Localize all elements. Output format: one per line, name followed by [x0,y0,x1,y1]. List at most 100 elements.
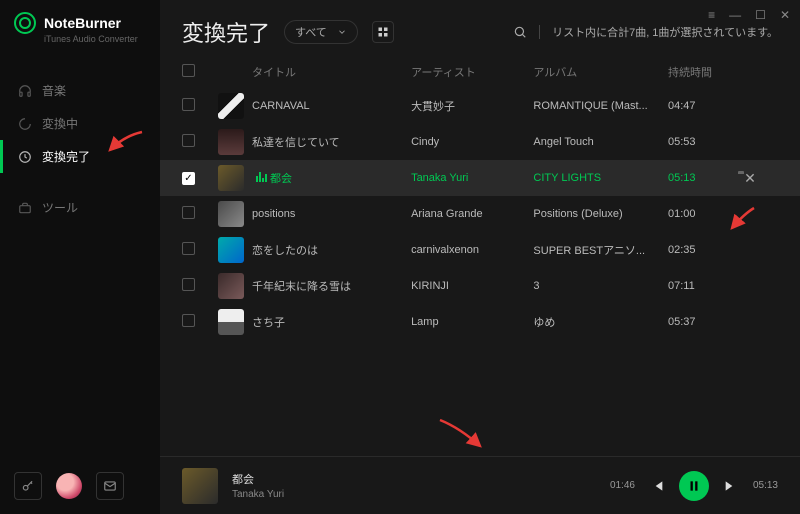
player-track-title: 都会 [232,471,284,487]
grid-icon [377,26,389,38]
track-artist: Tanaka Yuri [411,172,533,184]
table-header: タイトル アーティスト アルバム 持続時間 [160,54,800,88]
track-title: CARNAVAL [252,100,411,112]
track-artist: carnivalxenon [411,244,533,256]
sidebar-item-converting[interactable]: 変換中 [0,107,160,140]
key-button[interactable] [14,472,42,500]
search-icon[interactable] [513,25,527,39]
brand-title: NoteBurner [44,15,121,31]
track-duration: 07:11 [668,280,738,292]
headphones-icon [18,84,32,98]
brand-logo-icon [14,12,36,34]
track-artist: 大貫妙子 [411,98,533,114]
track-thumbnail [218,201,244,227]
page-title: 変換完了 [182,16,270,48]
sidebar: NoteBurner iTunes Audio Converter 音楽 変換中… [0,0,160,514]
key-icon [21,479,35,493]
sidebar-nav: 音楽 変換中 変換完了 ツール [0,74,160,224]
track-duration: 02:35 [668,244,738,256]
track-title: 恋をしたのは [252,242,411,258]
track-album: SUPER BESTアニソ... [533,242,668,258]
row-checkbox[interactable]: ✓ [182,172,195,185]
track-row[interactable]: CARNAVAL大貫妙子ROMANTIQUE (Mast...04:47 [160,88,800,124]
track-row[interactable]: 恋をしたのはcarnivalxenonSUPER BESTアニソ...02:35 [160,232,800,268]
equalizer-icon [256,170,267,182]
skip-back-icon [649,478,665,494]
sidebar-item-converted[interactable]: 変換完了 [0,140,160,173]
track-row[interactable]: 私達を信じていてCindyAngel Touch05:53 [160,124,800,160]
divider [539,25,540,39]
row-checkbox[interactable] [182,242,195,255]
track-duration: 05:37 [668,316,738,328]
track-album: Positions (Deluxe) [533,208,668,220]
minimize-button[interactable]: — [729,8,741,22]
track-list: CARNAVAL大貫妙子ROMANTIQUE (Mast...04:47私達を信… [160,88,800,456]
column-artist: アーティスト [411,64,533,80]
main-panel: 変換完了 すべて リスト内に合計7曲, 1曲が選択されています。 タイトル アー… [160,0,800,514]
track-album: 3 [533,280,668,292]
track-artist: KIRINJI [411,280,533,292]
track-row[interactable]: ✓ 都会Tanaka YuriCITY LIGHTS05:13 ✕ [160,160,800,196]
next-button[interactable] [723,478,739,494]
player-thumbnail [182,468,218,504]
track-title: さち子 [252,314,411,330]
track-album: ROMANTIQUE (Mast... [533,100,668,112]
maximize-button[interactable]: ☐ [755,8,766,22]
track-duration: 05:13 [668,172,738,184]
row-checkbox[interactable] [182,278,195,291]
track-thumbnail [218,165,244,191]
pause-icon [687,479,701,493]
player-bar: 都会 Tanaka Yuri 01:46 05:13 [160,456,800,514]
window-controls: ≡ — ☐ ✕ [708,8,790,22]
track-duration: 05:53 [668,136,738,148]
row-checkbox[interactable] [182,206,195,219]
page-header: 変換完了 すべて リスト内に合計7曲, 1曲が選択されています。 [160,0,800,54]
brand: NoteBurner [0,0,160,36]
player-track-artist: Tanaka Yuri [232,489,284,500]
column-duration: 持続時間 [668,64,738,80]
menu-button[interactable]: ≡ [708,8,715,22]
user-avatar[interactable] [56,473,82,499]
track-album: CITY LIGHTS [533,172,668,184]
close-button[interactable]: ✕ [780,8,790,22]
track-album: ゆめ [533,314,668,330]
row-checkbox[interactable] [182,134,195,147]
total-time: 05:13 [753,480,778,491]
track-thumbnail [218,129,244,155]
header-right: リスト内に合計7曲, 1曲が選択されています。 [513,24,778,40]
sidebar-item-tools[interactable]: ツール [0,191,160,224]
track-title: 私達を信じていて [252,134,411,150]
filter-dropdown[interactable]: すべて [284,20,358,44]
column-album: アルバム [533,64,668,80]
previous-button[interactable] [649,478,665,494]
track-artist: Ariana Grande [411,208,533,220]
sidebar-item-label: ツール [42,199,78,216]
row-checkbox[interactable] [182,314,195,327]
track-thumbnail [218,309,244,335]
play-pause-button[interactable] [679,471,709,501]
elapsed-time: 01:46 [610,480,635,491]
track-duration: 01:00 [668,208,738,220]
sidebar-item-label: 変換完了 [42,148,90,165]
track-thumbnail [218,273,244,299]
column-title: タイトル [252,64,411,80]
skip-forward-icon [723,478,739,494]
row-checkbox[interactable] [182,98,195,111]
track-row[interactable]: positionsAriana GrandePositions (Deluxe)… [160,196,800,232]
sidebar-item-label: 変換中 [42,115,78,132]
chevron-down-icon [337,27,347,37]
grid-view-button[interactable] [372,21,394,43]
feedback-button[interactable] [96,472,124,500]
remove-button[interactable]: ✕ [744,170,756,186]
sidebar-item-label: 音楽 [42,82,66,99]
track-row[interactable]: 千年紀末に降る雪はKIRINJI307:11 [160,268,800,304]
track-title: positions [252,208,411,220]
sidebar-item-music[interactable]: 音楽 [0,74,160,107]
filter-label: すべて [295,24,327,40]
track-thumbnail [218,237,244,263]
track-artist: Lamp [411,316,533,328]
track-album: Angel Touch [533,136,668,148]
player-controls: 01:46 05:13 [610,471,778,501]
select-all-checkbox[interactable] [182,64,195,77]
track-row[interactable]: さち子Lampゆめ05:37 [160,304,800,340]
